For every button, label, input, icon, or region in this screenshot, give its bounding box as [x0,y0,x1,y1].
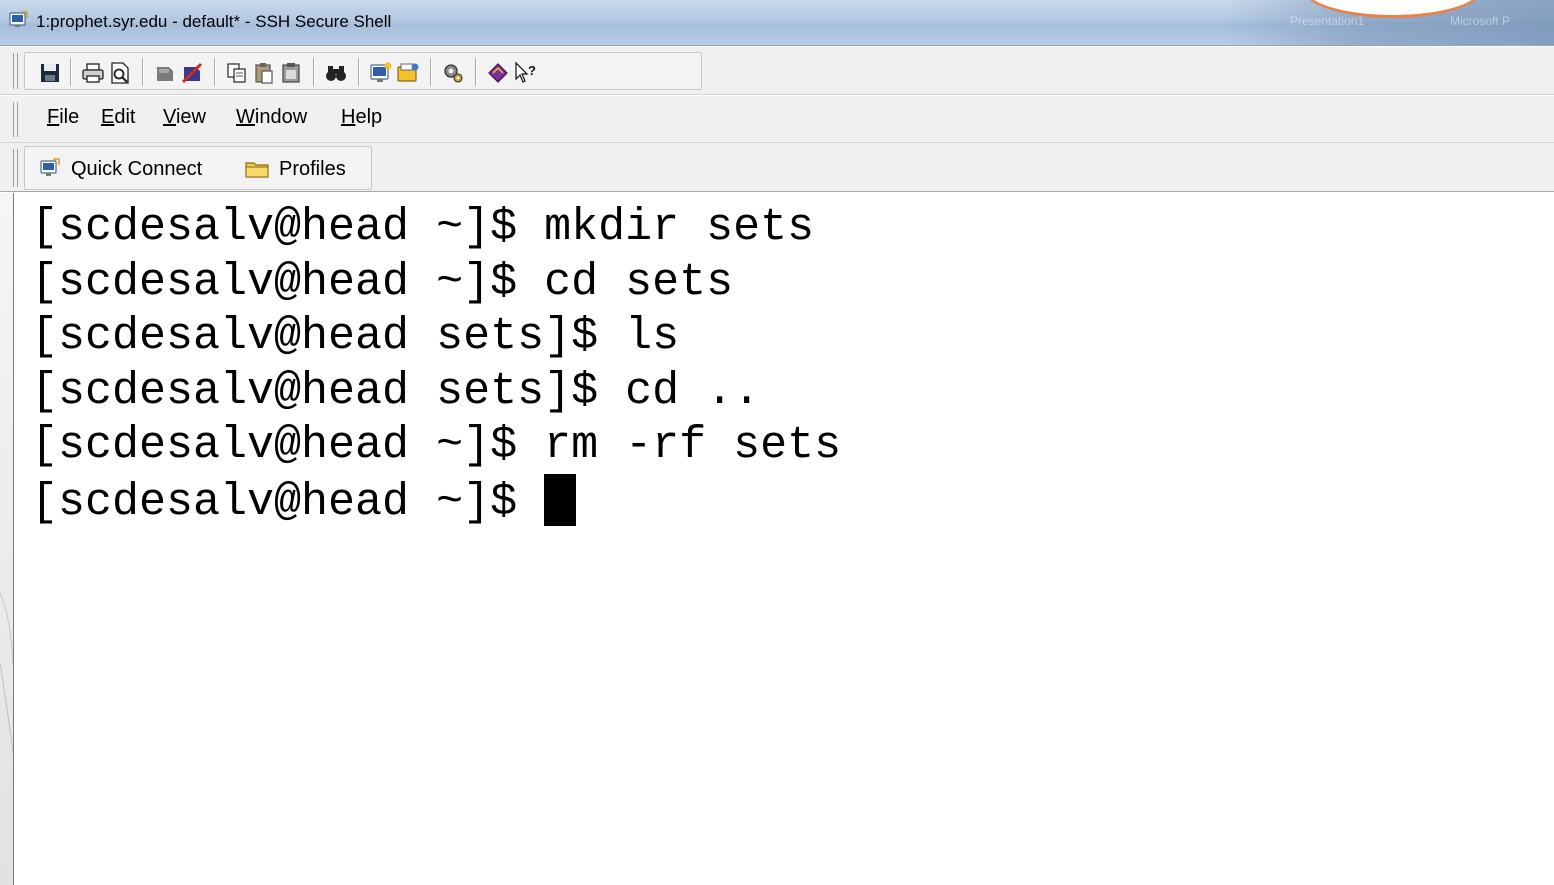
folder-icon [245,162,269,178]
menu-accel: V [163,106,176,128]
settings-icon[interactable] [441,61,465,85]
window-edge-shape [0,592,14,754]
toolbar-grip[interactable] [13,53,18,89]
new-file-transfer-icon[interactable] [396,61,420,85]
menu-file[interactable]: File [47,106,79,129]
menubar-grip[interactable] [13,102,18,137]
paste-icon[interactable] [252,61,276,85]
svg-text:?: ? [528,63,536,78]
toolbar-button-group: ? [24,52,702,90]
context-help-icon[interactable]: ? [513,61,537,85]
toolbar-separator [313,58,315,86]
quick-connect-group: Quick Connect Profiles [24,146,372,190]
background-window-label: Presentation1 [1290,14,1365,28]
terminal-line: [scdesalv@head ~]$ rm -rf sets [31,420,842,471]
print-icon[interactable] [81,61,105,85]
toolbar-separator [142,58,144,86]
terminal-line: [scdesalv@head ~]$ cd sets [31,257,734,308]
text-cursor [544,474,577,526]
ssh-client-window: Presentation1 Microsoft P 1:prophet.syr.… [0,0,1554,885]
terminal-line: [scdesalv@head ~]$ mkdir sets [31,202,815,253]
menu-label: dit [114,106,136,128]
terminal-line: [scdesalv@head sets]$ cd .. [31,366,761,417]
menu-window[interactable]: Window [236,106,307,129]
quickbar-grip[interactable] [13,149,18,187]
toolbar-separator [214,58,216,86]
menu-accel: W [236,106,255,128]
menu-accel: F [47,106,60,128]
connect-icon[interactable] [153,61,177,85]
window-title: 1:prophet.syr.edu - default* - SSH Secur… [36,12,392,31]
print-preview-icon[interactable] [108,61,132,85]
toolbar-separator [430,58,432,86]
toolbar-separator [358,58,360,86]
save-icon[interactable] [38,61,62,85]
profiles-button[interactable]: Profiles [245,155,346,183]
menu-accel: E [101,106,115,128]
toolbar-separator [70,58,72,86]
menu-help[interactable]: Help [341,106,382,129]
find-icon[interactable] [324,61,348,85]
disconnect-icon[interactable] [180,61,204,85]
quick-connect-label: Quick Connect [71,157,203,180]
terminal-output[interactable]: [scdesalv@head ~]$ mkdir sets [scdesalv@… [13,193,1554,885]
menu-edit[interactable]: Edit [101,106,135,129]
quick-connect-bar: Quick Connect Profiles [0,143,1554,192]
menu-label: indow [254,106,308,128]
toolbar-separator [475,58,477,86]
profiles-label: Profiles [279,157,346,180]
title-bar[interactable]: Presentation1 Microsoft P 1:prophet.syr.… [0,0,1554,46]
window-edge [0,193,14,885]
copy-icon[interactable] [225,61,249,85]
terminal-line: [scdesalv@head sets]$ ls [31,311,680,362]
menu-label: iew [175,106,206,128]
ssh-app-icon[interactable] [9,10,29,30]
menu-label: ile [59,106,80,128]
quick-connect-icon [40,158,60,176]
menu-label: elp [355,106,383,128]
background-window-label: Microsoft P [1450,14,1511,28]
menu-bar: File Edit View Window Help [0,96,1554,143]
terminal-prompt: [scdesalv@head ~]$ [31,477,545,528]
terminal-prompt-line[interactable]: [scdesalv@head ~]$ [31,474,577,530]
help-book-icon[interactable] [486,61,510,85]
menu-view[interactable]: View [163,106,206,129]
new-terminal-icon[interactable] [369,61,393,85]
paste-alt-icon[interactable] [279,61,303,85]
quick-connect-button[interactable]: Quick Connect [39,155,202,183]
icon-toolbar: ? [0,47,1554,95]
menu-accel: H [341,106,356,128]
